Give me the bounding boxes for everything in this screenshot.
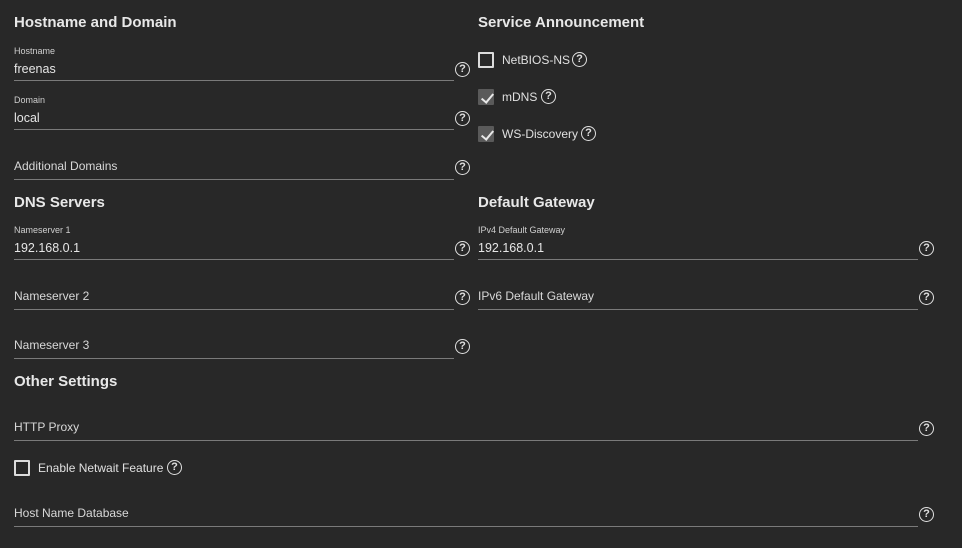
domain-label: Domain	[14, 95, 46, 105]
ipv6-gateway-placeholder: IPv6 Default Gateway	[478, 289, 595, 303]
netbios-help-icon[interactable]: ?	[572, 52, 587, 67]
wsdiscovery-label[interactable]: WS-Discovery	[502, 127, 578, 141]
http-proxy-underline	[14, 440, 918, 441]
hostname-underline	[14, 80, 454, 81]
section-title-service-announcement: Service Announcement	[478, 14, 645, 31]
host-name-database-help-icon[interactable]: ?	[919, 507, 934, 522]
domain-field[interactable]: Domain local	[14, 95, 454, 131]
netwait-help-icon[interactable]: ?	[167, 460, 182, 475]
nameserver1-label: Nameserver 1	[14, 225, 71, 235]
mdns-checkbox[interactable]	[478, 89, 494, 105]
host-name-database-underline	[14, 526, 918, 527]
additional-domains-field[interactable]: Additional Domains	[14, 158, 454, 180]
netwait-checkbox[interactable]	[14, 460, 30, 476]
netbios-label[interactable]: NetBIOS-NS	[502, 53, 570, 67]
wsdiscovery-help-icon[interactable]: ?	[581, 126, 596, 141]
nameserver2-help-icon[interactable]: ?	[455, 290, 470, 305]
mdns-help-icon[interactable]: ?	[541, 89, 556, 104]
nameserver1-help-icon[interactable]: ?	[455, 241, 470, 256]
ipv6-gateway-field[interactable]: IPv6 Default Gateway	[478, 288, 918, 310]
nameserver1-value[interactable]: 192.168.0.1	[14, 241, 80, 255]
netbios-checkbox[interactable]	[478, 52, 494, 68]
hostname-help-icon[interactable]: ?	[455, 62, 470, 77]
nameserver3-underline	[14, 358, 454, 359]
nameserver2-field[interactable]: Nameserver 2	[14, 288, 454, 310]
ipv4-gateway-underline	[478, 259, 918, 260]
hostname-label: Hostname	[14, 46, 56, 56]
host-name-database-field[interactable]: Host Name Database	[14, 505, 918, 527]
nameserver3-placeholder: Nameserver 3	[14, 338, 90, 352]
wsdiscovery-checkbox[interactable]	[478, 126, 494, 142]
additional-domains-underline	[14, 179, 454, 180]
hostname-field[interactable]: Hostname freenas	[14, 46, 454, 82]
domain-help-icon[interactable]: ?	[455, 111, 470, 126]
domain-underline	[14, 129, 454, 130]
nameserver1-field[interactable]: Nameserver 1 192.168.0.1	[14, 225, 454, 261]
http-proxy-placeholder: HTTP Proxy	[14, 420, 80, 434]
netwait-label[interactable]: Enable Netwait Feature	[38, 461, 163, 475]
nameserver2-underline	[14, 309, 454, 310]
section-title-default-gateway: Default Gateway	[478, 194, 595, 211]
section-title-hostname-domain: Hostname and Domain	[14, 14, 177, 31]
section-title-dns-servers: DNS Servers	[14, 194, 105, 211]
host-name-database-placeholder: Host Name Database	[14, 506, 129, 520]
domain-value[interactable]: local	[14, 111, 40, 125]
nameserver2-placeholder: Nameserver 2	[14, 289, 90, 303]
ipv4-gateway-help-icon[interactable]: ?	[919, 241, 934, 256]
ipv4-gateway-label: IPv4 Default Gateway	[478, 225, 566, 235]
ipv4-gateway-value[interactable]: 192.168.0.1	[478, 241, 544, 255]
ipv4-gateway-field[interactable]: IPv4 Default Gateway 192.168.0.1	[478, 225, 918, 261]
ipv6-gateway-help-icon[interactable]: ?	[919, 290, 934, 305]
additional-domains-placeholder: Additional Domains	[14, 159, 118, 173]
nameserver3-field[interactable]: Nameserver 3	[14, 337, 454, 359]
section-title-other-settings: Other Settings	[14, 373, 118, 390]
nameserver3-help-icon[interactable]: ?	[455, 339, 470, 354]
http-proxy-help-icon[interactable]: ?	[919, 421, 934, 436]
http-proxy-field[interactable]: HTTP Proxy	[14, 419, 918, 441]
ipv6-gateway-underline	[478, 309, 918, 310]
hostname-value[interactable]: freenas	[14, 62, 56, 76]
mdns-label[interactable]: mDNS	[502, 90, 537, 104]
additional-domains-help-icon[interactable]: ?	[455, 160, 470, 175]
nameserver1-underline	[14, 259, 454, 260]
